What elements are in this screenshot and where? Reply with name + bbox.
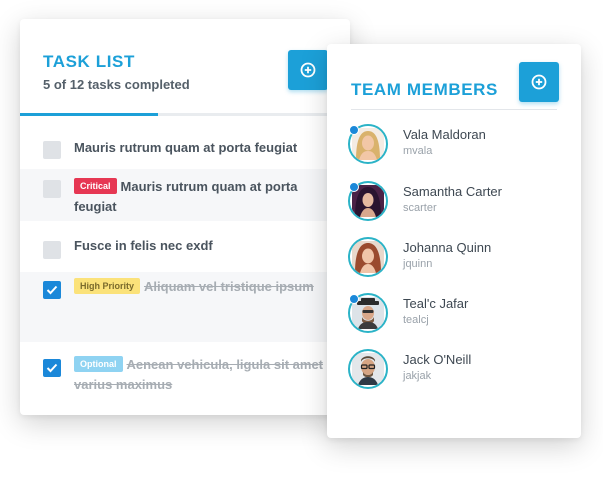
member-username: scarter [403,202,437,214]
task-text: Critical Mauris rutrum quam at porta feug… [74,177,336,217]
member-name: Jack O'Neill [403,352,472,367]
online-indicator [349,182,359,192]
team-members-card: TEAM MEMBERS Vala Maldoran mvala Samanth… [327,44,581,438]
avatar[interactable] [348,237,388,277]
task-label: Fusce in felis nec exdf [74,238,213,253]
task-text: Optional Aenean vehicula, ligula sit amet… [74,355,336,395]
member-name: Johanna Quinn [403,240,492,255]
task-text: Mauris rutrum quam at porta feugiat [74,138,336,158]
task-row[interactable]: Optional Aenean vehicula, ligula sit amet… [20,343,350,405]
team-members-title: TEAM MEMBERS [351,80,498,99]
checkmark-icon [46,285,58,295]
task-progress-text: 5 of 12 tasks completed [43,77,190,92]
divider [351,109,557,110]
task-list-title: TASK LIST [43,52,135,71]
task-checkbox-checked[interactable] [43,359,61,377]
task-checkbox-checked[interactable] [43,281,61,299]
member-username: jakjak [403,370,432,382]
optional-badge: Optional [74,356,123,372]
task-row[interactable]: High Priority Aliquam vel tristique ipsum [20,272,350,342]
task-list-card: TASK LIST 5 of 12 tasks completed Mauris… [20,19,350,415]
task-label: Mauris rutrum quam at porta feugiat [74,140,298,155]
member-name: Vala Maldoran [403,127,486,142]
member-username: tealcj [403,314,429,326]
avatar-photo [352,353,384,385]
task-checkbox[interactable] [43,241,61,259]
plus-circle-icon [531,74,547,90]
team-member-item[interactable]: Vala Maldoran mvala [348,124,568,168]
task-label: Aliquam vel tristique ipsum [144,279,314,294]
online-indicator [349,294,359,304]
avatar-photo [352,241,384,273]
task-text: High Priority Aliquam vel tristique ipsum [74,277,336,297]
team-member-item[interactable]: Jack O'Neill jakjak [348,349,568,393]
member-name: Samantha Carter [403,184,502,199]
critical-badge: Critical [74,178,117,194]
plus-circle-icon [300,62,316,78]
checkmark-icon [46,363,58,373]
member-username: jquinn [403,258,433,270]
online-indicator [349,125,359,135]
task-progress-fill [20,113,158,116]
task-checkbox[interactable] [43,141,61,159]
member-username: mvala [403,145,433,157]
task-row[interactable]: Critical Mauris rutrum quam at porta feug… [20,169,350,221]
avatar[interactable] [348,349,388,389]
team-member-item[interactable]: Teal'c Jafar tealcj [348,293,568,337]
team-member-item[interactable]: Johanna Quinn jquinn [348,237,568,281]
high-priority-badge: High Priority [74,278,141,294]
add-task-button[interactable] [288,50,328,90]
add-member-button[interactable] [519,62,559,102]
task-text: Fusce in felis nec exdf [74,236,336,256]
task-checkbox[interactable] [43,180,61,198]
member-name: Teal'c Jafar [403,296,469,311]
task-row[interactable]: Fusce in felis nec exdf [20,232,350,268]
task-row[interactable]: Mauris rutrum quam at porta feugiat [20,130,350,168]
task-progress-bar [20,113,350,116]
team-member-item[interactable]: Samantha Carter scarter [348,181,568,225]
